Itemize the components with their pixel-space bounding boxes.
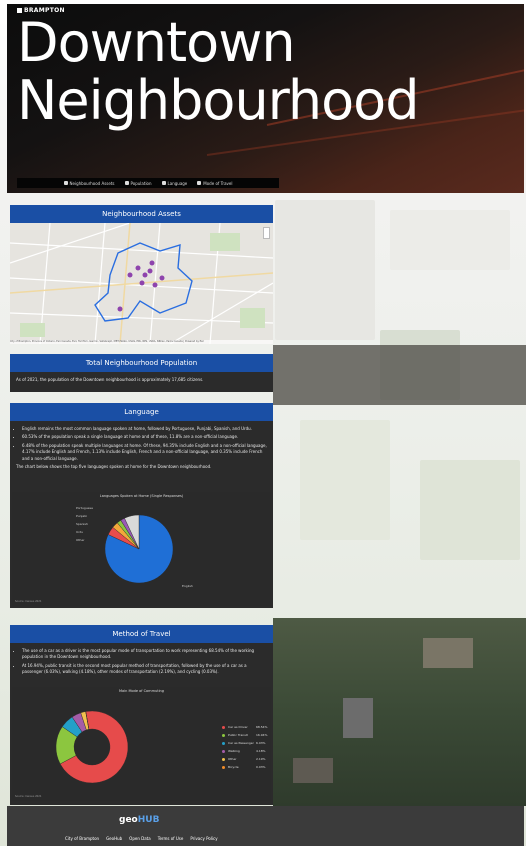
travel-chart[interactable]: Main Mode of Commuting Car as Driver 68.5… — [12, 687, 271, 801]
travel-bullet: The use of a car as a driver is the most… — [22, 648, 267, 661]
assets-map[interactable]: City of Brampton, Province of Ontario, E… — [10, 223, 273, 344]
language-label-punjabi: Punjabi — [76, 514, 87, 518]
legend-value: 6.03% — [256, 741, 266, 745]
language-label-other: Other — [76, 538, 85, 542]
hero-banner: BRAMPTON Downtown Neighbourhood Neighbou… — [7, 4, 524, 193]
assets-card: Neighbourhood Assets City of Brampton, P… — [10, 205, 273, 344]
travel-text: The use of a car as a driver is the most… — [10, 643, 273, 683]
footer: geoHUB City of Brampton GeoHub Open Data… — [7, 806, 524, 846]
footer-link-terms-of-use[interactable]: Terms of Use — [158, 836, 184, 841]
language-card: Language English remains the most common… — [10, 403, 273, 608]
language-heading: Language — [10, 403, 273, 421]
language-chart[interactable]: Languages Spoken at Home (Single Respons… — [12, 492, 271, 606]
travel-heading: Method of Travel — [10, 625, 273, 643]
nav-mode-of-travel[interactable]: Mode of Travel — [197, 181, 232, 186]
people-icon — [124, 181, 129, 185]
legend-swatch — [222, 741, 225, 745]
footer-links: City of Brampton GeoHub Open Data Terms … — [65, 836, 218, 841]
legend-label: Other — [228, 757, 237, 761]
legend-value: 2.19% — [256, 757, 266, 761]
nav-language[interactable]: Language — [161, 181, 187, 186]
legend-value: 16.94% — [256, 733, 268, 737]
section-nav: Neighbourhood Assets Population Language… — [17, 178, 279, 188]
legend-label: Walking — [228, 749, 240, 753]
travel-card: Method of Travel The use of a car as a d… — [10, 625, 273, 805]
language-pie — [104, 514, 174, 584]
aerial-green — [273, 618, 526, 806]
map-pin-icon — [63, 181, 68, 185]
legend-value: 0.03% — [256, 765, 266, 769]
page: BRAMPTON Downtown Neighbourhood Neighbou… — [0, 0, 526, 846]
nav-population[interactable]: Population — [124, 181, 152, 186]
legend-swatch — [222, 749, 225, 753]
map-attribution: City of Brampton, Province of Ontario, E… — [10, 340, 273, 344]
language-bullet: English remains the most common language… — [22, 426, 267, 432]
language-label-english: English — [182, 584, 193, 588]
legend-value: 4.18% — [256, 749, 266, 753]
language-bullet: 60.53% of the population speak a single … — [22, 434, 267, 440]
language-bullet: 6.48% of the population speak multiple l… — [22, 443, 267, 462]
language-label-urdu: Urdu — [76, 530, 84, 534]
car-icon — [197, 181, 202, 185]
legend-label: Public Transit — [228, 733, 248, 737]
language-label-portuguese: Portuguese — [76, 506, 93, 510]
nav-neighbourhood-assets[interactable]: Neighbourhood Assets — [63, 181, 115, 186]
legend-item-other[interactable]: Other 2.19% — [222, 757, 266, 761]
legend-label: Bicycle — [228, 765, 239, 769]
legend-swatch — [222, 733, 225, 737]
legend-item-car-as-passenger[interactable]: Car as Passenger 6.03% — [222, 741, 266, 745]
language-text: English remains the most common language… — [10, 421, 273, 475]
population-heading: Total Neighbourhood Population — [10, 354, 273, 372]
assets-heading: Neighbourhood Assets — [10, 205, 273, 223]
footer-link-open-data[interactable]: Open Data — [129, 836, 151, 841]
travel-chart-credit: Source: Census 2021 — [15, 795, 42, 798]
footer-link-geohub[interactable]: GeoHub — [106, 836, 122, 841]
travel-bullet: At 16.94%, public transit is the second … — [22, 663, 267, 676]
legend-swatch — [222, 757, 225, 761]
legend-item-walking[interactable]: Walking 4.18% — [222, 749, 266, 753]
footer-link-city-of-brampton[interactable]: City of Brampton — [65, 836, 99, 841]
legend-item-car-as-driver[interactable]: Car as Driver 68.54% — [222, 725, 267, 729]
language-chart-credit: Source: Census 2021 — [15, 600, 42, 603]
legend-value: 68.54% — [256, 725, 268, 729]
population-card: Total Neighbourhood Population As of 202… — [10, 354, 273, 392]
language-note: The chart below shows the top five langu… — [16, 464, 212, 470]
language-label-spanish: Spanish — [76, 522, 88, 526]
population-text: As of 2021, the population of the Downto… — [16, 377, 204, 382]
zoom-control[interactable] — [263, 227, 270, 239]
geohub-logo[interactable]: geoHUB — [119, 815, 159, 825]
legend-swatch — [222, 765, 225, 769]
legend-item-bicycle[interactable]: Bicycle 0.03% — [222, 765, 266, 769]
legend-item-public-transit[interactable]: Public Transit 16.94% — [222, 733, 267, 737]
page-title: Downtown Neighbourhood — [17, 11, 419, 132]
legend-label: Car as Driver — [228, 725, 248, 729]
footer-link-privacy-policy[interactable]: Privacy Policy — [190, 836, 217, 841]
language-icon — [161, 181, 166, 185]
legend-swatch — [222, 725, 225, 729]
aerial-strip — [273, 345, 526, 405]
legend-label: Car as Passenger — [228, 741, 254, 745]
